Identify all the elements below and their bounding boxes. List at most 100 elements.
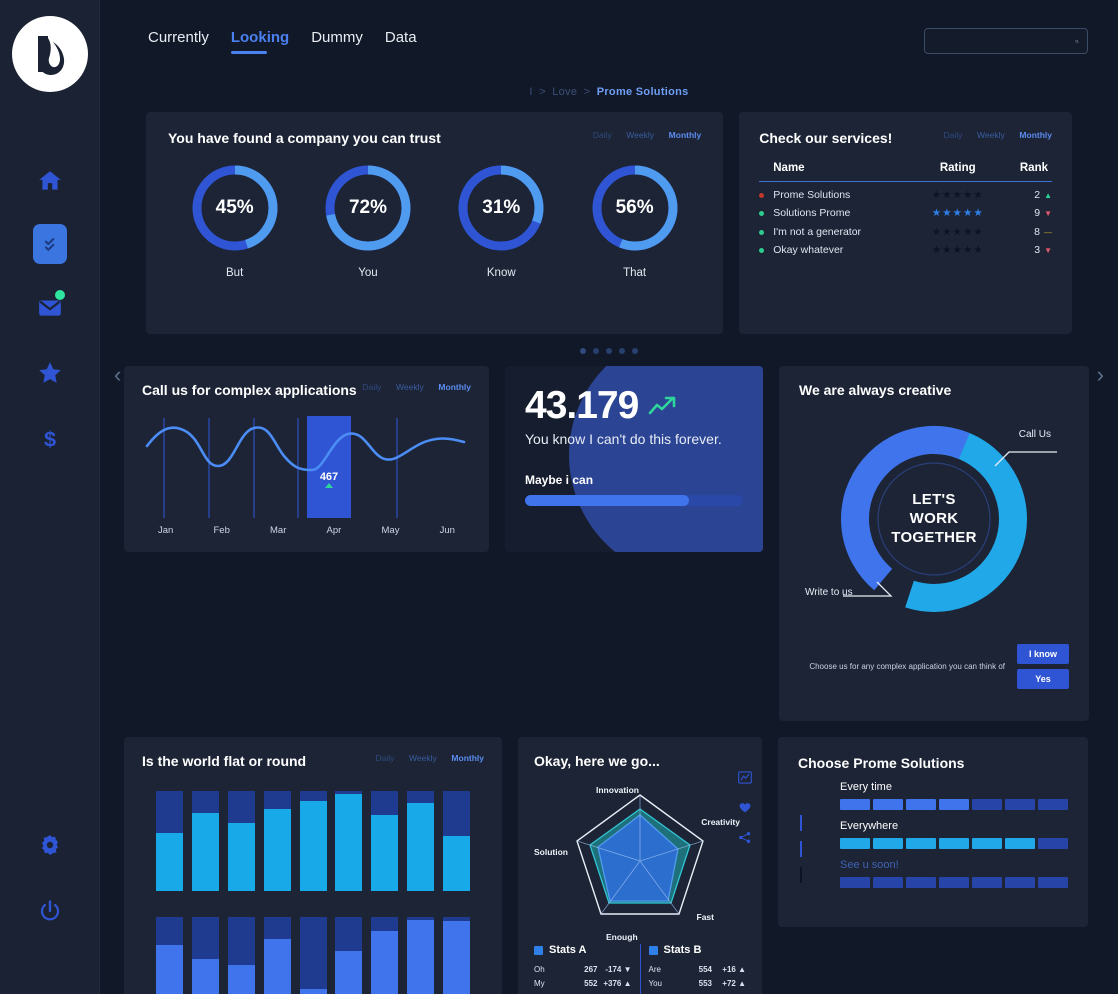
choose-segment[interactable] [939, 877, 969, 888]
prome-logo [11, 16, 88, 92]
carousel-dot[interactable] [593, 348, 599, 354]
tab-dummy[interactable]: Dummy [311, 29, 363, 54]
search-box[interactable] [924, 28, 1088, 54]
bars-filter-weekly[interactable]: Weekly [409, 753, 437, 763]
filter-weekly[interactable]: Weekly [626, 130, 654, 140]
table-row[interactable]: Okay whatever ★★★★★ 3 ▼ [759, 238, 1052, 256]
table-row[interactable]: I'm not a generator ★★★★★ 8— [759, 219, 1052, 238]
choose-segment[interactable] [972, 799, 1002, 810]
tab-currently[interactable]: Currently [148, 29, 209, 54]
power-icon [40, 900, 59, 921]
line-filter-daily[interactable]: Daily [362, 382, 381, 392]
choose-segment[interactable] [939, 838, 969, 849]
carousel-dots [124, 334, 1094, 366]
stats-row: You 553 +72 ▲ [649, 976, 747, 990]
sidebar-item-home[interactable] [27, 158, 73, 204]
radar-card: Okay, here we go... Innovation Creativit… [518, 737, 762, 994]
bars-filter-sep-2: · [442, 753, 446, 763]
home-icon [38, 171, 61, 190]
bar [191, 917, 219, 994]
bar-segment-lower [371, 931, 399, 994]
carousel-dot[interactable] [619, 348, 625, 354]
bar-segment-lower [335, 951, 363, 994]
choose-segment[interactable] [873, 838, 903, 849]
bars-filter-monthly[interactable]: Monthly [451, 753, 484, 763]
choose-segment[interactable] [840, 799, 870, 810]
sidebar-item-billing[interactable]: $ [27, 416, 73, 462]
table-row[interactable]: Solutions Prome ★★★★★ 9 ▼ [759, 201, 1052, 219]
status-dot-cell [759, 219, 773, 238]
service-name: Prome Solutions [773, 188, 851, 201]
status-dot-cell [759, 182, 773, 201]
choose-segment[interactable] [1038, 877, 1068, 888]
choose-segment[interactable] [1038, 799, 1068, 810]
dollar-icon: $ [43, 427, 55, 452]
main-area: Currently Looking Dummy Data I > Love > … [100, 0, 1118, 994]
choose-segment[interactable] [1038, 838, 1068, 849]
filter-daily[interactable]: Daily [593, 130, 612, 140]
radar-plot: Innovation Creativity Fast Enough Soluti… [534, 773, 746, 942]
breadcrumb-first[interactable]: I [529, 86, 532, 98]
bar-segment-upper [371, 791, 399, 815]
trust-card-filters: Daily · Weekly · Monthly [593, 130, 702, 140]
stats-b-title: Stats B [663, 944, 702, 956]
carousel-dot[interactable] [580, 348, 586, 354]
choose-segment[interactable] [840, 838, 870, 849]
carousel-prev-arrow[interactable]: ‹ [114, 362, 121, 388]
bars-filter-daily[interactable]: Daily [375, 753, 394, 763]
carousel-dot[interactable] [632, 348, 638, 354]
choose-segment[interactable] [906, 877, 936, 888]
choose-segment[interactable] [1005, 799, 1035, 810]
callout-write-to-us: Write to us [805, 587, 853, 598]
services-card: Check our services! Daily · Weekly · Mon… [739, 112, 1072, 334]
donut-group: 45% But 72% You 31% Know 56% That [168, 162, 701, 279]
choose-segment[interactable] [840, 877, 870, 888]
line-filter-monthly[interactable]: Monthly [438, 382, 471, 392]
choose-mark-2 [800, 841, 802, 857]
sidebar-item-favorites[interactable] [27, 350, 73, 396]
sidebar-item-power[interactable] [27, 888, 73, 934]
tab-data[interactable]: Data [385, 29, 417, 54]
rank-trend-icon: ▼ [1044, 246, 1052, 255]
svc-filter-daily[interactable]: Daily [943, 130, 962, 140]
sidebar-item-mail[interactable] [27, 284, 73, 330]
stats-a-table: Oh267-174 ▼My552+376 ▲God383-247 ▼You're… [534, 962, 632, 994]
creative-buttons: I know Yes [1017, 644, 1069, 689]
line-filter-weekly[interactable]: Weekly [396, 382, 424, 392]
choose-row-label: Every time [840, 781, 892, 793]
carousel-dot[interactable] [606, 348, 612, 354]
service-rank: 9 ▼ [1034, 207, 1052, 219]
search-input[interactable] [933, 35, 1075, 47]
svc-filter-weekly[interactable]: Weekly [977, 130, 1005, 140]
svc-filter-monthly[interactable]: Monthly [1019, 130, 1052, 140]
breadcrumb-second[interactable]: Love [552, 86, 577, 98]
sidebar-item-settings[interactable] [27, 822, 73, 868]
choose-segment[interactable] [873, 877, 903, 888]
search-icon[interactable] [1075, 35, 1079, 48]
month-label: Feb [213, 525, 230, 536]
choose-segment[interactable] [939, 799, 969, 810]
stats-b-title-row: Stats B [648, 944, 747, 956]
table-row[interactable]: Prome Solutions ★★★★★ 2 ▲ [759, 182, 1052, 201]
service-rating: ★★★★★ [931, 225, 984, 238]
stats-value: 151 [693, 990, 712, 994]
sidebar-item-tasks[interactable] [32, 224, 67, 264]
yes-button[interactable]: Yes [1017, 669, 1069, 689]
carousel-next-arrow[interactable]: › [1097, 362, 1104, 388]
tab-looking[interactable]: Looking [230, 29, 289, 54]
choose-segment[interactable] [906, 838, 936, 849]
bar-segment-lower [407, 920, 435, 994]
bar [227, 791, 255, 891]
choose-segment[interactable] [972, 877, 1002, 888]
choose-segment[interactable] [1005, 877, 1035, 888]
filter-monthly[interactable]: Monthly [669, 130, 702, 140]
choose-segment[interactable] [906, 799, 936, 810]
i-know-button[interactable]: I know [1017, 644, 1069, 664]
bar-segment-upper [191, 917, 219, 959]
services-col-name: Name [773, 162, 916, 182]
choose-segment[interactable] [972, 838, 1002, 849]
services-card-filters: Daily · Weekly · Monthly [943, 130, 1052, 140]
choose-segment[interactable] [1005, 838, 1035, 849]
choose-segment[interactable] [873, 799, 903, 810]
stats-trend-icon: ▲ [738, 964, 746, 974]
